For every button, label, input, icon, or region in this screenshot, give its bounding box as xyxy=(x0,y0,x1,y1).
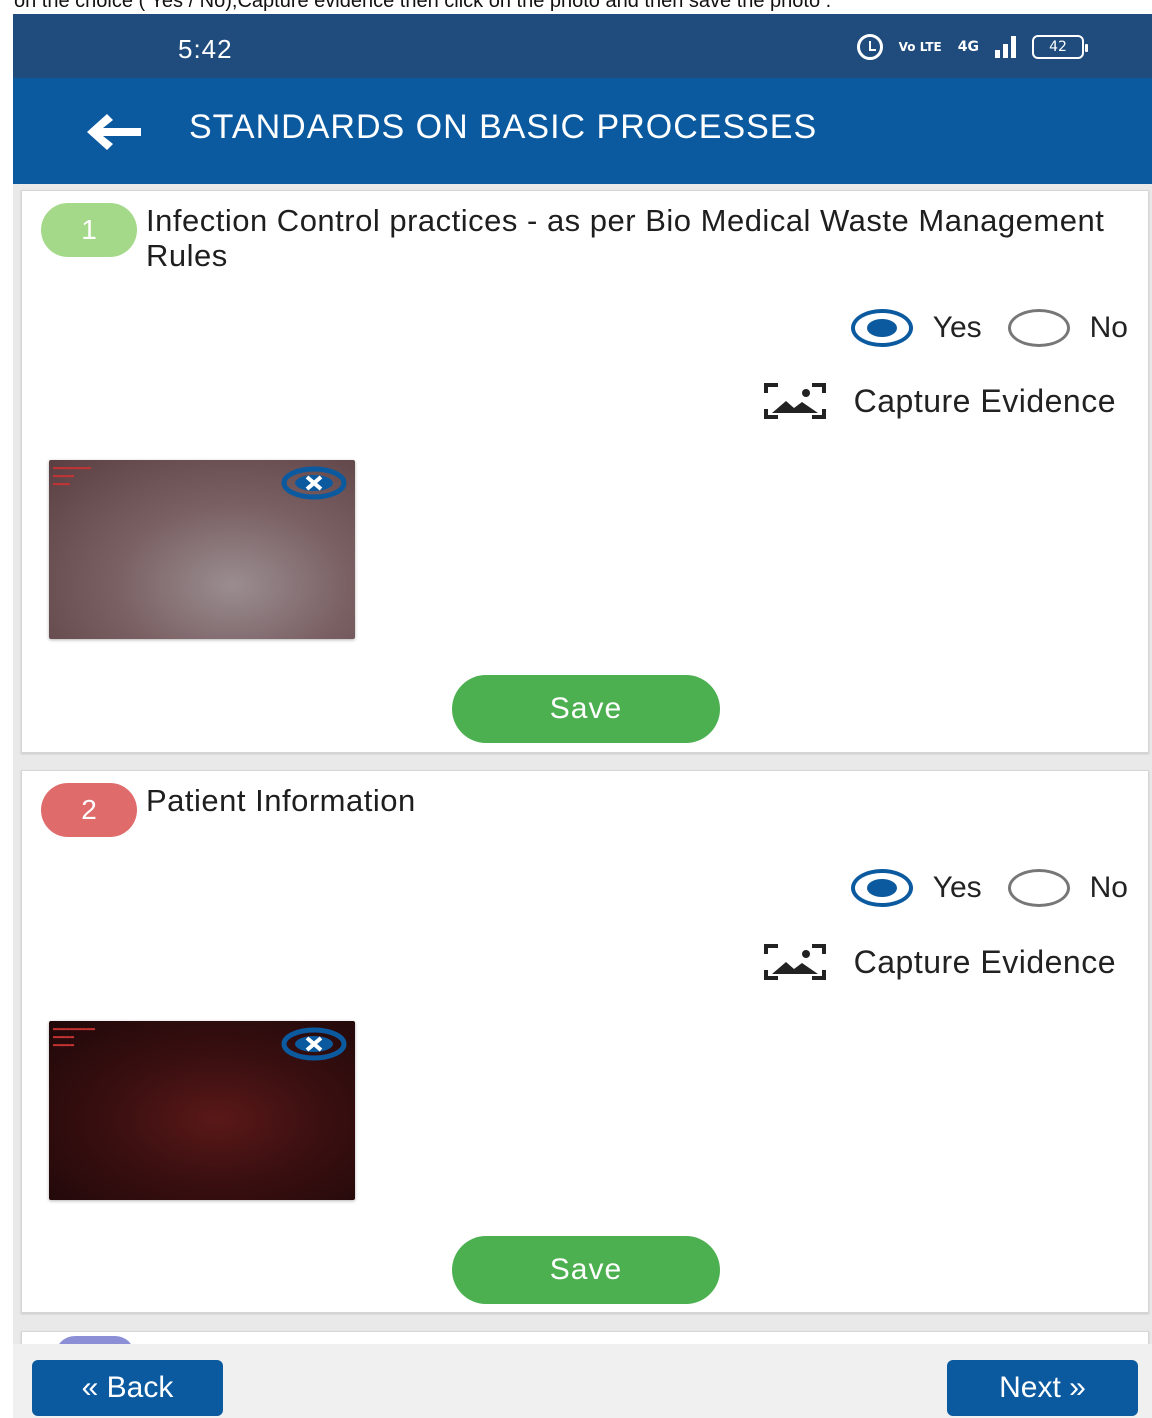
next-button[interactable]: Next » xyxy=(947,1360,1138,1416)
radio-checked-icon xyxy=(850,869,913,907)
status-time: 5:42 xyxy=(178,34,233,64)
radio-no-label: No xyxy=(1089,871,1128,904)
question-card-1: 1 Infection Control practices - as per B… xyxy=(21,190,1149,753)
image-capture-icon xyxy=(763,383,826,419)
yes-no-radio-group: Yes No xyxy=(850,869,1128,907)
phone-screen: 5:42 Vo LTE 4G 42 STANDARDS ON BASIC PRO… xyxy=(13,14,1152,1418)
radio-no[interactable]: No xyxy=(1007,869,1128,907)
evidence-photo[interactable]: ▬▬▬▬▬▬▬▬▬▬ ▬▬▬▬▬ ▬▬▬▬▬ xyxy=(49,1021,355,1200)
page-title: STANDARDS ON BASIC PROCESSES xyxy=(189,108,818,146)
capture-evidence-label: Capture Evidence xyxy=(853,382,1116,419)
evidence-photo[interactable]: ▬▬▬▬▬▬▬▬▬ ▬▬▬▬▬ ▬▬▬▬ xyxy=(49,460,355,639)
radio-checked-icon xyxy=(850,309,913,347)
volte-icon: Vo LTE xyxy=(898,40,942,54)
photo-stamp-mark: ▬▬▬▬▬▬▬▬▬▬ ▬▬▬▬▬ ▬▬▬▬▬ xyxy=(53,1025,96,1049)
instruction-text: on the choice ( Yes / No),Capture eviden… xyxy=(14,0,832,12)
radio-yes-label: Yes xyxy=(932,871,982,904)
battery-icon: 42 xyxy=(1032,35,1088,59)
status-icons: Vo LTE 4G 42 xyxy=(856,34,1088,60)
question-card-2: 2 Patient Information Yes No Capture Evi… xyxy=(21,770,1149,1313)
radio-yes-label: Yes xyxy=(932,311,982,344)
radio-no[interactable]: No xyxy=(1007,309,1128,347)
image-capture-icon xyxy=(763,944,826,980)
radio-no-label: No xyxy=(1089,311,1128,344)
radio-yes[interactable]: Yes xyxy=(850,869,982,907)
radio-yes[interactable]: Yes xyxy=(850,309,982,347)
save-button[interactable]: Save xyxy=(452,1236,720,1304)
instruction-caption: on the choice ( Yes / No),Capture eviden… xyxy=(0,0,1152,14)
capture-evidence-button[interactable]: Capture Evidence xyxy=(762,942,1116,982)
remove-photo-icon[interactable] xyxy=(281,1027,347,1061)
question-title: Patient Information xyxy=(146,783,416,818)
question-number-badge: 1 xyxy=(41,203,137,257)
photo-stamp-mark: ▬▬▬▬▬▬▬▬▬ ▬▬▬▬▬ ▬▬▬▬ xyxy=(53,464,91,488)
back-button[interactable]: « Back xyxy=(32,1360,223,1416)
capture-evidence-label: Capture Evidence xyxy=(853,943,1116,980)
remove-photo-icon[interactable] xyxy=(281,466,347,500)
app-bar: STANDARDS ON BASIC PROCESSES xyxy=(13,78,1152,184)
signal-icon xyxy=(995,36,1016,58)
status-bar: 5:42 Vo LTE 4G 42 xyxy=(13,14,1152,78)
network-type: 4G xyxy=(957,39,979,55)
yes-no-radio-group: Yes No xyxy=(850,309,1128,347)
question-title: Infection Control practices - as per Bio… xyxy=(146,203,1105,273)
alarm-icon xyxy=(856,34,883,60)
save-button[interactable]: Save xyxy=(452,675,720,743)
radio-unchecked-icon xyxy=(1007,869,1070,907)
arrow-left-icon[interactable] xyxy=(85,112,145,152)
question-number-badge: 2 xyxy=(41,783,137,837)
radio-unchecked-icon xyxy=(1007,309,1070,347)
capture-evidence-button[interactable]: Capture Evidence xyxy=(762,381,1116,421)
